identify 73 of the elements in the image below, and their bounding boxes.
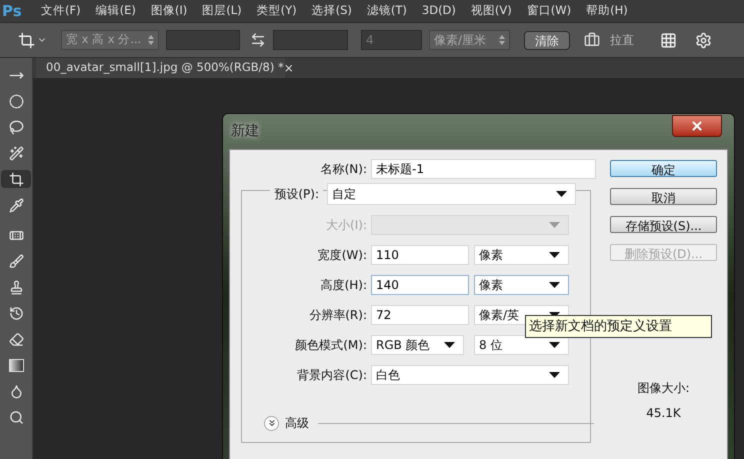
mode-select[interactable]: RGB 颜色 <box>371 335 464 355</box>
unit-select[interactable]: 像素 <box>474 275 569 295</box>
number-field[interactable]: 110 <box>371 245 469 265</box>
dialog-title: 新建 <box>231 122 259 141</box>
lasso-icon <box>8 120 24 134</box>
eraser-icon <box>8 332 24 346</box>
close-button[interactable] <box>672 114 722 136</box>
double-chevron-icon <box>266 418 276 428</box>
number-field[interactable]: 140 <box>371 275 469 295</box>
field-label: 背景内容(C): <box>296 367 367 384</box>
dialog-button[interactable]: 确定 <box>610 160 717 177</box>
menu-item[interactable]: 帮助(H) <box>586 2 628 20</box>
history-icon <box>8 306 24 320</box>
dialog-button[interactable]: 存储预设(S)... <box>610 216 717 233</box>
name-field[interactable]: 未标题-1 <box>371 159 596 179</box>
height-field[interactable] <box>273 30 348 50</box>
stamp-icon <box>8 280 24 294</box>
droplet-icon <box>8 384 24 398</box>
settings-icon[interactable] <box>695 32 712 48</box>
image-size-value: 45.1K <box>646 405 681 422</box>
advanced-label: 高级 <box>285 415 309 432</box>
field-label: 预设(P): <box>270 185 323 203</box>
depth-select[interactable]: 8 位 <box>474 335 569 355</box>
dropdown-arrow-icon <box>549 372 560 378</box>
dropdown-arrow-icon <box>556 191 567 197</box>
dropdown[interactable]: 白色 <box>371 365 569 385</box>
menu-item[interactable]: 图层(L) <box>202 2 242 20</box>
menu-item[interactable]: 图像(I) <box>150 2 188 20</box>
straighten-label[interactable]: 拉直 <box>610 31 634 49</box>
tab-close[interactable]: × <box>284 59 294 77</box>
width-field[interactable] <box>166 30 240 50</box>
circle-icon <box>8 94 24 108</box>
preset-select[interactable]: 自定 <box>327 183 576 205</box>
app-logo: Ps <box>1 0 23 22</box>
crop-icon[interactable] <box>18 32 35 48</box>
dropdown-arrow-icon <box>549 222 560 228</box>
pipette-icon <box>8 198 24 212</box>
stepper-arrows-icon <box>499 35 505 45</box>
wand-icon <box>8 146 24 160</box>
menu-item[interactable]: 类型(Y) <box>256 2 297 20</box>
stepper-arrows-icon <box>148 35 154 45</box>
field-label: 名称(N): <box>320 161 367 178</box>
unit-select[interactable]: 像素 <box>474 245 569 265</box>
dropdown-arrow-icon <box>549 342 560 348</box>
menu-item[interactable]: 滤镜(T) <box>366 2 407 20</box>
dialog-button[interactable]: 取消 <box>610 188 717 205</box>
field-label: 高度(H): <box>320 277 367 294</box>
brush-icon <box>8 254 24 268</box>
tool-button[interactable] <box>1 170 31 188</box>
field-label: 宽度(W): <box>316 247 367 264</box>
crop-icon <box>8 172 24 186</box>
menu-item[interactable]: 编辑(E) <box>96 2 136 20</box>
tooltip: 选择新文档的预定义设置 <box>525 315 712 338</box>
magnifier-icon <box>8 410 24 424</box>
gradient-icon <box>8 358 24 372</box>
image-size-label: 图像大小: <box>637 380 690 397</box>
menu-item[interactable]: 文件(F) <box>41 2 81 20</box>
menu-item[interactable]: 窗口(W) <box>526 2 572 20</box>
close-icon <box>690 118 704 132</box>
menu-item[interactable]: 3D(D) <box>422 2 456 20</box>
swap-icon[interactable] <box>250 32 266 48</box>
field-label: 分辨率(R): <box>308 307 367 324</box>
menu-item[interactable]: 选择(S) <box>312 2 352 20</box>
clear-button[interactable]: 清除 <box>524 30 570 50</box>
advanced-toggle[interactable] <box>264 416 279 430</box>
menu-item[interactable]: 视图(V) <box>470 2 512 20</box>
grid-icon[interactable] <box>660 32 677 48</box>
field-label: 颜色模式(M): <box>294 337 367 354</box>
number-field[interactable]: 72 <box>371 305 469 325</box>
dropdown-arrow-icon <box>444 342 455 348</box>
field-label: 大小(I): <box>325 217 367 234</box>
dropdown-arrow-icon <box>549 282 560 288</box>
dropdown-arrow-icon <box>549 252 560 258</box>
